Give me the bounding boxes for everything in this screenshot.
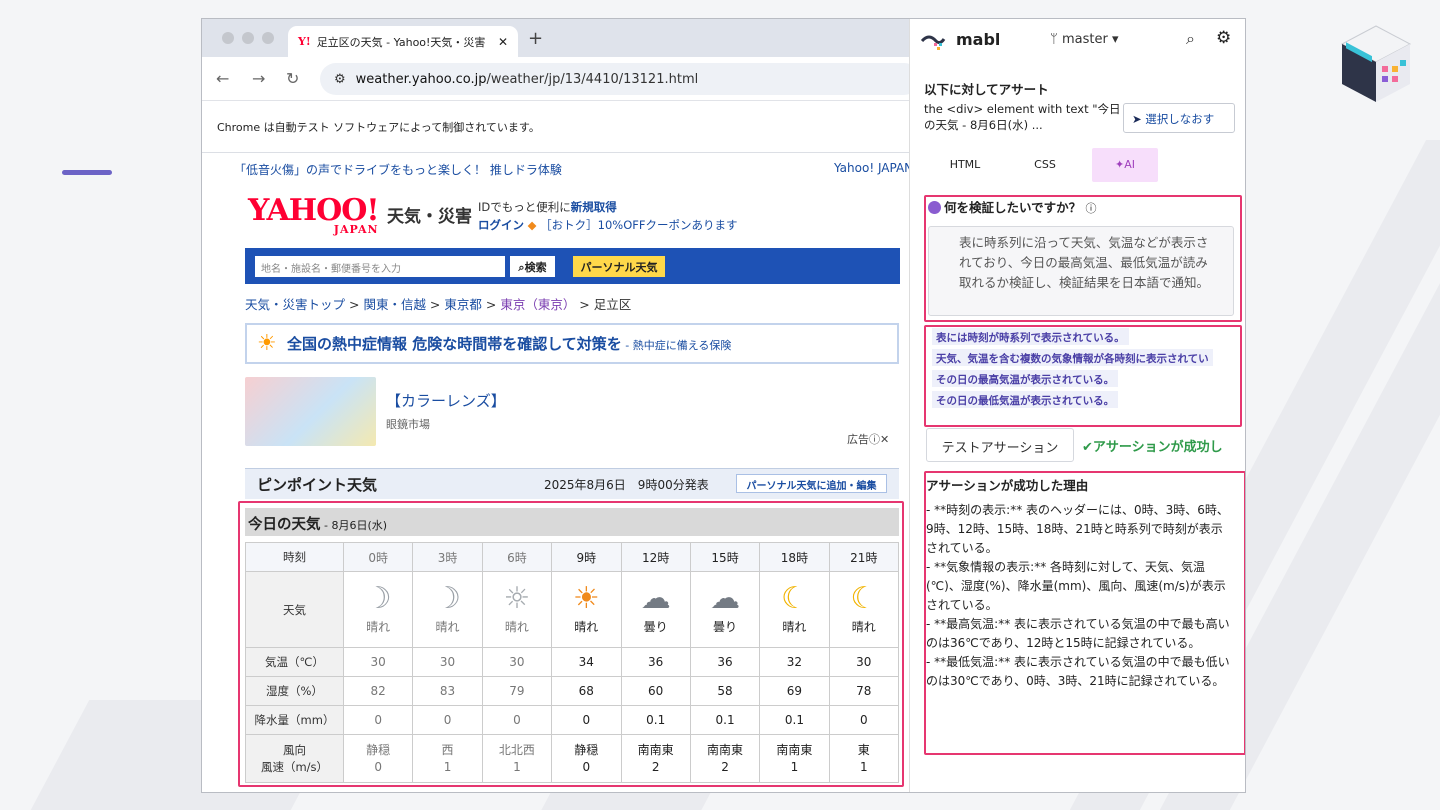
back-icon[interactable]: ← — [216, 69, 229, 88]
tab-ai[interactable]: ✦AI — [1092, 148, 1158, 182]
branch-icon: ᛘ — [1050, 32, 1058, 47]
tab-title: 足立区の天気 - Yahoo!天気・災害 — [316, 35, 486, 49]
cursor-icon: ➤ — [1132, 112, 1142, 126]
search-bar: 地名・施設名・郵便番号を入力 ⌕検索 パーソナル天気 — [245, 248, 900, 284]
heatstroke-banner[interactable]: ☀ 全国の熱中症情報 危険な時間帯を確認して対策を - 熱中症に備える保険 — [245, 323, 899, 364]
automation-infobar: Chrome は自動テスト ソフトウェアによって制御されています。 — [202, 101, 912, 153]
mabl-logo-icon — [920, 35, 946, 50]
address-bar: ← → ↻ ⚙ weather.yahoo.co.jp/weather/jp/1… — [202, 57, 920, 101]
test-assertion-button[interactable]: テストアサーション — [926, 428, 1074, 462]
reason-highlight — [924, 471, 1245, 755]
assertions-highlight — [924, 325, 1242, 427]
service-title: 天気・災害 — [387, 207, 472, 227]
login-link[interactable]: ログイン — [478, 218, 524, 232]
tab-close-icon[interactable]: ✕ — [498, 35, 508, 49]
coupon-link[interactable]: ［おトク］10%OFFクーポンあります — [540, 218, 737, 232]
browser-tab[interactable]: Y! 足立区の天気 - Yahoo!天気・災害 ✕ — [288, 26, 518, 57]
assert-mode-tabs: HTML CSS ✦AI — [932, 148, 1158, 182]
add-personal-weather-button[interactable]: パーソナル天気に追加・編集 — [736, 474, 887, 493]
coupon-icon: ◆ — [527, 218, 537, 232]
reselect-button[interactable]: ➤ 選択しなおす — [1123, 103, 1235, 133]
pinpoint-title: ピンポイント天気 — [257, 476, 378, 494]
yahoo-favicon-icon: Y! — [298, 35, 311, 48]
assert-label: 以下に対してアサート — [924, 82, 1049, 97]
browser-window: Y! 足立区の天気 - Yahoo!天気・災害 ✕ + ← → ↻ ⚙ weat… — [201, 18, 1246, 793]
element-description: the <div> element with text "今日の天気 - 8月6… — [924, 102, 1121, 132]
breadcrumb-top[interactable]: 天気・災害トップ — [245, 297, 345, 312]
browser-titlebar: Y! 足立区の天気 - Yahoo!天気・災害 ✕ + — [202, 19, 912, 57]
forward-icon[interactable]: → — [252, 69, 265, 88]
breadcrumb-current: 足立区 — [593, 297, 632, 312]
location-search-input[interactable]: 地名・施設名・郵便番号を入力 — [255, 256, 505, 277]
pinpoint-header: ピンポイント天気 2025年8月6日 9時00分発表 パーソナル天気に追加・編集 — [245, 468, 899, 499]
ad-title[interactable]: 【カラーレンズ】 — [386, 390, 506, 411]
ad-advertiser: 眼鏡市場 — [386, 418, 430, 431]
url-domain: weather.yahoo.co.jp — [355, 71, 487, 87]
reload-icon[interactable]: ↻ — [286, 69, 299, 88]
mabl-brand: mabl — [956, 30, 1001, 49]
chevron-down-icon: ▾ — [1111, 32, 1119, 47]
url-path: /weather/jp/13/4410/13121.html — [486, 71, 699, 87]
personal-weather-button[interactable]: パーソナル天気 — [573, 256, 665, 277]
breadcrumb-region[interactable]: 関東・信越 — [363, 297, 426, 312]
register-link[interactable]: 新規取得 — [571, 200, 617, 214]
search-button[interactable]: ⌕検索 — [510, 256, 555, 277]
breadcrumb-city[interactable]: 東京（東京） — [500, 297, 575, 312]
url-field[interactable]: ⚙ weather.yahoo.co.jp/weather/jp/13/4410… — [320, 63, 920, 95]
yahoo-japan-link[interactable]: Yahoo! JAPAN — [834, 161, 912, 175]
sparkle-icon: ✦ — [1115, 158, 1125, 171]
tab-css[interactable]: CSS — [1012, 148, 1078, 182]
ad-image[interactable] — [245, 377, 376, 446]
success-status: ✔アサーションが成功し — [1082, 440, 1223, 455]
window-controls[interactable] — [222, 32, 274, 44]
branch-selector[interactable]: ᛘ master ▾ — [1050, 32, 1118, 47]
mabl-header: mabl ᛘ master ▾ ⌕ ⚙ — [910, 19, 1245, 63]
sun-icon: ☀ — [257, 331, 277, 356]
pinpoint-date: 2025年8月6日 9時00分発表 — [544, 478, 709, 492]
question-highlight — [924, 195, 1242, 322]
promo-link[interactable]: 「低音火傷」の声でドライブをもっと楽しく！ 推しドラ体験 — [234, 161, 562, 178]
tab-html[interactable]: HTML — [932, 148, 998, 182]
login-area: IDでもっと便利に新規取得 ログイン ◆ ［おトク］10%OFFクーポンあります — [478, 200, 738, 232]
mabl-cube-logo-icon — [1340, 25, 1412, 102]
yahoo-logo[interactable]: YAHOO! JAPAN — [248, 196, 380, 236]
accent-line — [62, 170, 112, 175]
ad-info-close[interactable]: 広告ⓘ✕ — [847, 431, 889, 447]
selected-element-highlight — [238, 501, 904, 787]
search-icon[interactable]: ⌕ — [1186, 29, 1195, 49]
check-circle-icon: ✔ — [1082, 440, 1093, 455]
gear-icon[interactable]: ⚙ — [1216, 28, 1231, 48]
site-settings-icon[interactable]: ⚙ — [334, 72, 346, 87]
breadcrumb-pref[interactable]: 東京都 — [444, 297, 482, 312]
mabl-panel: mabl ᛘ master ▾ ⌕ ⚙ 以下に対してアサート the <div>… — [909, 19, 1245, 792]
new-tab-icon[interactable]: + — [528, 28, 543, 49]
breadcrumb: 天気・災害トップ > 関東・信越 > 東京都 > 東京（東京） > 足立区 — [245, 297, 632, 312]
